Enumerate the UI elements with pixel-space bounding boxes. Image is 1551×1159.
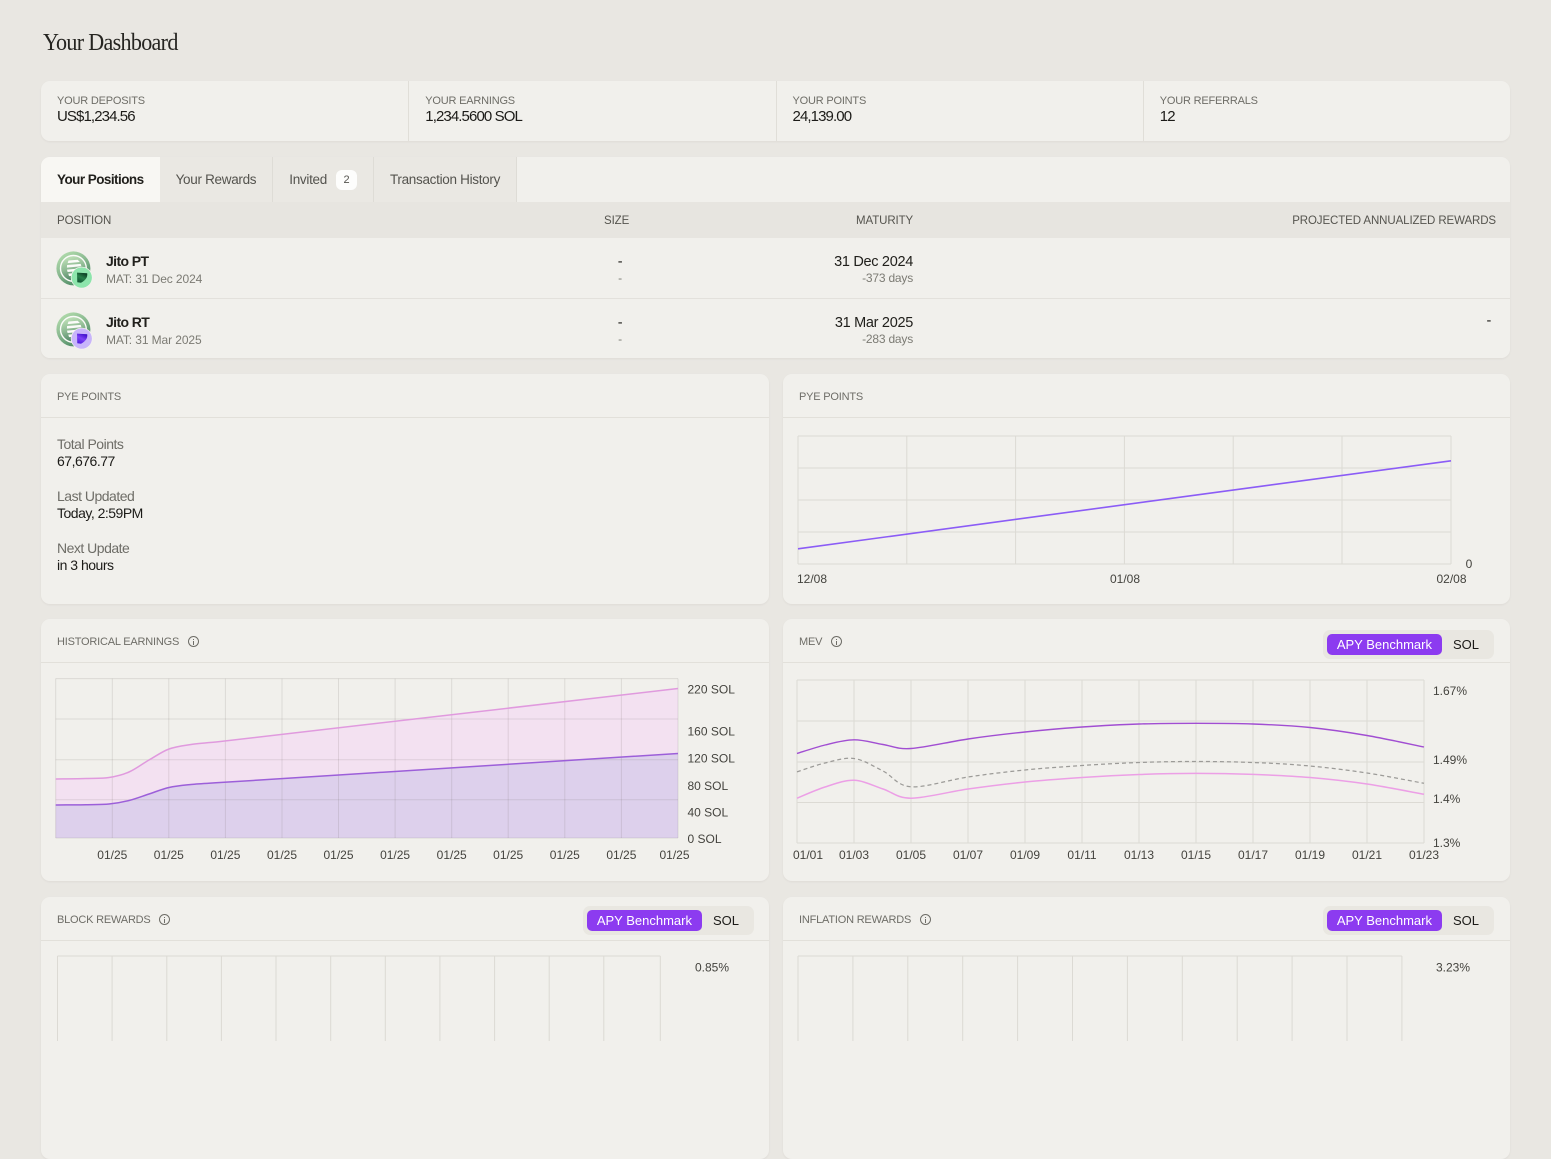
svg-text:3.23%: 3.23% <box>1436 961 1470 975</box>
svg-text:120 SOL: 120 SOL <box>688 752 736 766</box>
svg-text:01/25: 01/25 <box>210 848 240 862</box>
svg-text:1.49%: 1.49% <box>1433 753 1467 767</box>
svg-text:01/01: 01/01 <box>793 848 823 862</box>
svg-text:01/19: 01/19 <box>1295 848 1325 862</box>
svg-text:01/09: 01/09 <box>1010 848 1040 862</box>
svg-text:0 SOL: 0 SOL <box>688 832 722 846</box>
svg-text:160 SOL: 160 SOL <box>688 725 736 739</box>
svg-text:01/25: 01/25 <box>550 848 580 862</box>
svg-text:01/25: 01/25 <box>154 848 184 862</box>
svg-text:01/03: 01/03 <box>839 848 869 862</box>
svg-text:01/15: 01/15 <box>1181 848 1211 862</box>
svg-text:01/25: 01/25 <box>323 848 353 862</box>
svg-text:01/25: 01/25 <box>493 848 523 862</box>
svg-text:1.4%: 1.4% <box>1433 792 1461 806</box>
svg-text:1.3%: 1.3% <box>1433 836 1461 850</box>
svg-text:01/23: 01/23 <box>1409 848 1439 862</box>
svg-text:1.67%: 1.67% <box>1433 684 1467 698</box>
svg-text:01/07: 01/07 <box>953 848 983 862</box>
svg-text:01/05: 01/05 <box>896 848 926 862</box>
svg-text:01/25: 01/25 <box>606 848 636 862</box>
svg-text:01/25: 01/25 <box>97 848 127 862</box>
svg-text:0: 0 <box>1466 557 1473 571</box>
svg-text:01/13: 01/13 <box>1124 848 1154 862</box>
svg-text:0.85%: 0.85% <box>695 961 729 975</box>
svg-text:02/08: 02/08 <box>1436 572 1466 586</box>
svg-text:12/08: 12/08 <box>797 572 827 586</box>
svg-text:01/25: 01/25 <box>380 848 410 862</box>
svg-text:40 SOL: 40 SOL <box>688 806 729 820</box>
svg-text:01/25: 01/25 <box>659 848 689 862</box>
svg-text:01/21: 01/21 <box>1352 848 1382 862</box>
svg-text:80 SOL: 80 SOL <box>688 779 729 793</box>
svg-text:220 SOL: 220 SOL <box>688 683 736 697</box>
svg-text:01/08: 01/08 <box>1110 572 1140 586</box>
svg-text:01/25: 01/25 <box>437 848 467 862</box>
svg-text:01/11: 01/11 <box>1067 848 1096 862</box>
svg-text:01/25: 01/25 <box>267 848 297 862</box>
svg-text:01/17: 01/17 <box>1238 848 1268 862</box>
